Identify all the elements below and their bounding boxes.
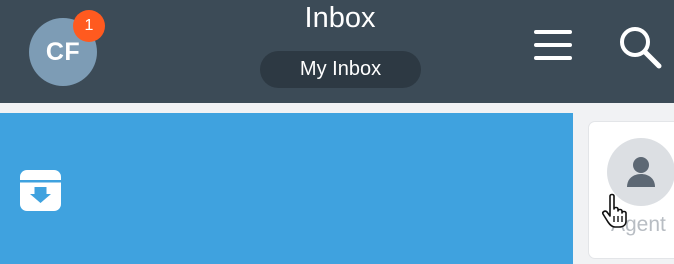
inbox-selector-dropdown[interactable]: My Inbox	[260, 51, 421, 88]
search-icon[interactable]	[618, 25, 662, 69]
notification-badge: 1	[73, 10, 105, 42]
agent-avatar	[607, 138, 674, 206]
notification-count: 1	[84, 17, 94, 34]
person-icon	[627, 157, 655, 187]
agent-label: Agent	[611, 213, 666, 236]
swipe-action-panel[interactable]	[0, 113, 573, 264]
header-divider	[0, 103, 674, 113]
hamburger-menu-icon[interactable]	[533, 29, 573, 61]
user-initials: CF	[45, 37, 81, 66]
page-title: Inbox	[304, 2, 376, 34]
archive-icon[interactable]	[19, 169, 62, 212]
inbox-selector-label: My Inbox	[299, 58, 382, 80]
